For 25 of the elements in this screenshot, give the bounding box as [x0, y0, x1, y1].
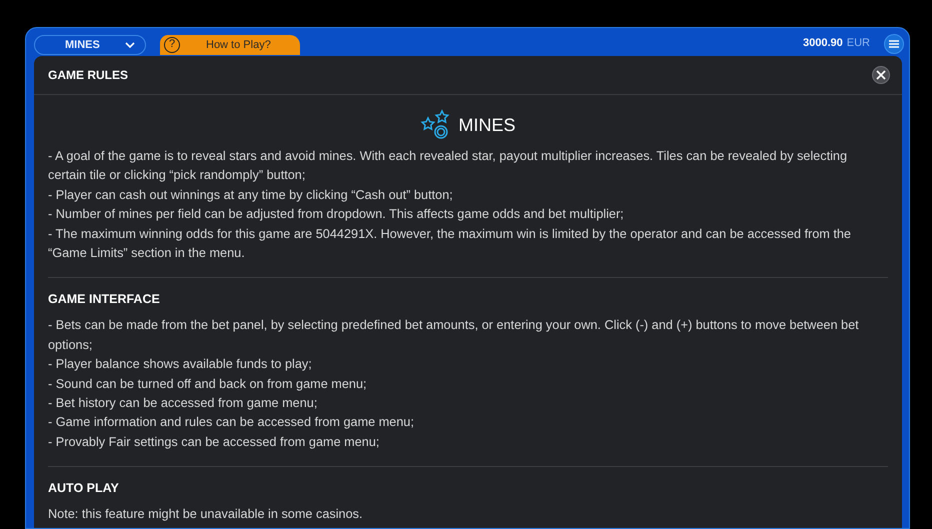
rule-text: - Sound can be turned off and back on from game menu; — [48, 376, 368, 393]
section-heading: GAME INTERFACE — [48, 292, 161, 306]
rule-text: - Player can cash out winnings at any time by clicking “Cash out” button; — [48, 186, 454, 204]
rule-text: - The maximum winning odds for this game are 5044291X. However, the maximum win is limited by the operator and can be accessed from the “Game Limits” section in the menu. — [48, 226, 852, 262]
caret-icon — [125, 42, 135, 48]
dialog-title: GAME RULES — [48, 68, 128, 82]
game-dropdown[interactable]: MINES — [34, 34, 146, 54]
close-button[interactable] — [872, 66, 890, 84]
menu-button[interactable] — [884, 34, 904, 54]
rule-text: Note: this feature might be unavailable in some casinos. — [48, 506, 364, 524]
menu-icon — [889, 40, 899, 48]
section-heading: AUTO PLAY — [48, 481, 120, 496]
rule-text: - Number of mines per field can be adjusted from dropdown. This affects game odds and bet multiplier; — [48, 206, 625, 224]
rule-text: - Provably Fair settings can be accessed from game menu; — [48, 434, 380, 451]
balance-amount: 3000.90 — [803, 37, 843, 49]
rule-text: - Player balance shows available funds to play; — [48, 356, 313, 374]
rule-text: - A goal of the game is to reveal stars and avoid mines. With each revealed star, payout multiplier increases. Tiles can be revealed by selecting certain tile or clicking “pick randomply” button; — [48, 148, 848, 184]
rule-text: - Game information and rules can be accessed from game menu; — [48, 414, 415, 432]
how-to-play-button[interactable]: ? How to Play? — [160, 34, 300, 54]
game-name: MINES — [458, 114, 516, 136]
rule-text: - Bet history can be accessed from game menu; — [48, 395, 318, 412]
rule-text: - Bets can be made from the bet panel, by selecting predefined bet amounts, or entering your own. Click (-) and (+) buttons to move between bet options; — [48, 317, 860, 354]
help-icon: ? — [164, 36, 180, 52]
close-icon — [876, 70, 886, 80]
currency-label: EUR — [846, 37, 870, 49]
